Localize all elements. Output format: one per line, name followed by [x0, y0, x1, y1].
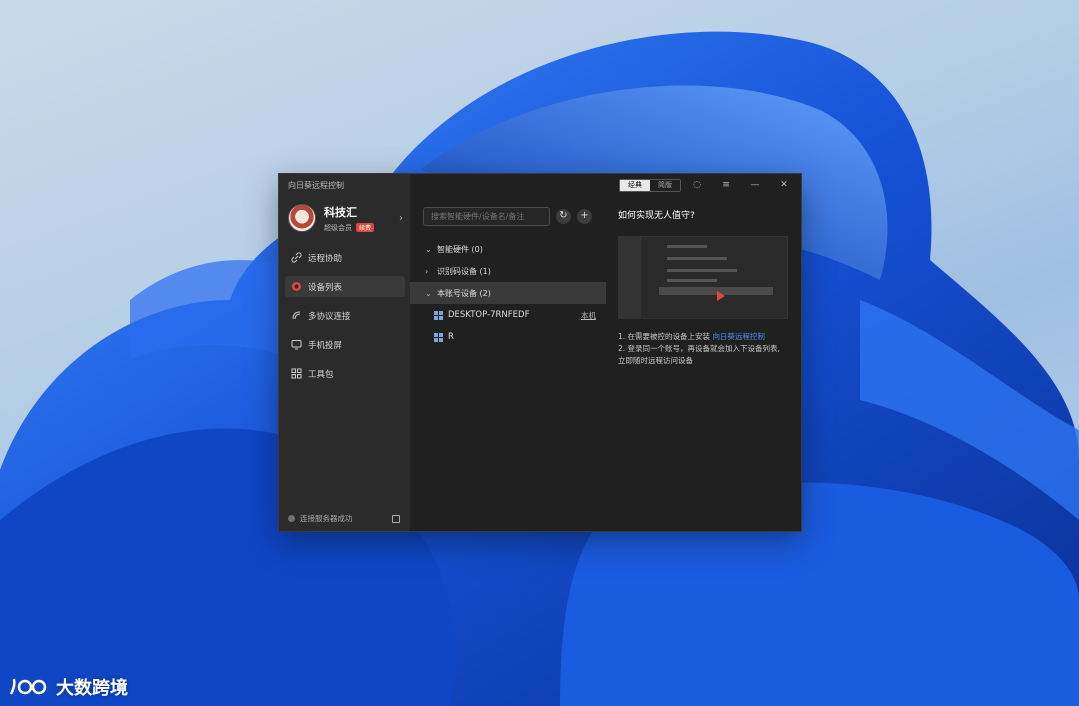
member-level: 超级会员 [324, 223, 352, 232]
sidebar-item-label: 多协议连接 [308, 311, 351, 322]
menu-icon[interactable]: ≡ [719, 178, 733, 192]
link-icon [290, 252, 302, 264]
watermark: 大数跨境 [8, 674, 128, 700]
profile-card[interactable]: 科技汇 超级会员 续费 › [288, 202, 403, 234]
sidebar-item-multi-protocol[interactable]: 多协议连接 [285, 305, 405, 326]
title-bar: 经典 简版 ◌ ≡ — ✕ [410, 174, 801, 196]
toolkit-icon [290, 368, 302, 380]
protocol-icon [290, 310, 302, 322]
sidebar-nav: 远程协助 设备列表 多协议连接 手机投屏 工具包 [285, 247, 405, 392]
mode-classic[interactable]: 经典 [620, 180, 650, 191]
group-label: 本账号设备 (2) [437, 288, 491, 298]
chevron-down-icon: ⌄ [425, 288, 432, 298]
connection-status-text: 连接服务器成功 [300, 514, 353, 523]
add-device-button[interactable]: + [577, 209, 592, 224]
search-row: ↻ + [423, 207, 592, 226]
device-tag: 本机 [581, 310, 596, 320]
sunlogin-download-link[interactable]: 向日葵远程控制 [712, 332, 765, 341]
sidebar-item-label: 远程协助 [308, 253, 343, 264]
avatar[interactable] [288, 204, 316, 232]
sidebar-item-device-list[interactable]: 设备列表 [285, 276, 405, 297]
chevron-right-icon: › [425, 266, 429, 276]
watermark-logo [9, 678, 47, 695]
device-row[interactable]: R [410, 326, 606, 348]
help-steps: 1. 在需要被控的设备上安装 向日葵远程控制 2. 登录同一个账号，再设备就会加… [618, 331, 796, 367]
device-icon [290, 281, 302, 293]
minimize-icon[interactable]: — [748, 178, 762, 192]
windows-icon [434, 310, 443, 320]
chevron-right-icon[interactable]: › [399, 213, 403, 224]
watermark-text: 大数跨境 [56, 678, 128, 699]
skin-icon[interactable]: ◌ [690, 178, 704, 192]
group-label: 智能硬件 (0) [437, 244, 483, 254]
help-step-2-cont: 立即随时远程访问设备 [618, 356, 693, 365]
group-account-devices[interactable]: ⌄ 本账号设备 (2) [410, 282, 606, 304]
group-id-devices[interactable]: › 识别码设备 (1) [410, 260, 606, 282]
screen-cast-icon [290, 339, 302, 351]
mode-simple[interactable]: 简版 [650, 180, 680, 191]
sidebar-item-label: 设备列表 [308, 282, 343, 293]
help-title: 如何实现无人值守? [618, 211, 695, 221]
sidebar-item-label: 手机投屏 [308, 340, 343, 351]
help-step-1: 1. 在需要被控的设备上安装 [618, 332, 711, 341]
sunlogin-window: 向日葵远程控制 科技汇 超级会员 续费 › 远程协助 设备列表 多协议连接 手机… [278, 173, 802, 532]
help-step-2: 2. 登录同一个账号，再设备就会加入下设备列表, [618, 344, 780, 353]
sidebar-item-screen-cast[interactable]: 手机投屏 [285, 334, 405, 355]
close-icon[interactable]: ✕ [777, 178, 791, 192]
lock-icon[interactable] [392, 514, 400, 523]
sidebar-item-remote-assist[interactable]: 远程协助 [285, 247, 405, 268]
sidebar-item-label: 工具包 [308, 369, 334, 380]
connection-status: 连接服务器成功 [288, 513, 400, 524]
status-dot [288, 515, 295, 522]
refresh-button[interactable]: ↻ [556, 209, 571, 224]
device-row[interactable]: DESKTOP-7RNFEDF 本机 [410, 304, 606, 326]
device-name: DESKTOP-7RNFEDF [448, 310, 530, 320]
windows-icon [434, 332, 443, 342]
group-smart-hardware[interactable]: ⌄ 智能硬件 (0) [410, 238, 606, 260]
group-label: 识别码设备 (1) [437, 266, 491, 276]
device-name: R [448, 332, 454, 342]
user-name: 科技汇 [324, 205, 357, 219]
app-title: 向日葵远程控制 [288, 181, 344, 190]
sidebar: 向日葵远程控制 科技汇 超级会员 续费 › 远程协助 设备列表 多协议连接 手机… [279, 174, 410, 531]
help-illustration [618, 236, 788, 319]
search-input[interactable] [423, 207, 550, 226]
help-panel: 如何实现无人值守? 1. 在需要被控的设备上安装 向日葵远程控制 2. 登录同一… [618, 208, 796, 367]
mode-toggle[interactable]: 经典 简版 [619, 179, 681, 192]
device-list: ⌄ 智能硬件 (0) › 识别码设备 (1) ⌄ 本账号设备 (2) DESKT… [410, 238, 606, 348]
sidebar-item-toolkit[interactable]: 工具包 [285, 363, 405, 384]
renew-badge[interactable]: 续费 [356, 223, 375, 232]
chevron-down-icon: ⌄ [425, 244, 432, 254]
